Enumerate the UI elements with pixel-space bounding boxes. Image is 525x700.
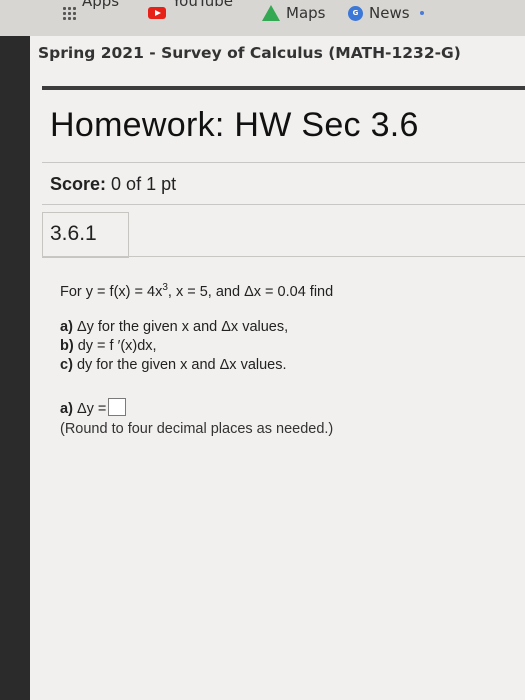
score-value: 0 of 1 pt: [111, 174, 177, 194]
header-divider: [42, 86, 525, 90]
youtube-icon: [148, 7, 166, 19]
part-text: dy = f ′(x)dx,: [77, 338, 157, 354]
answer-label: a): [60, 401, 73, 417]
problem-statement: For y = f(x) = 4x3, x = 5, and Δx = 0.04…: [60, 282, 333, 300]
part-text: Δy for the given x and Δx values,: [76, 319, 289, 335]
score-label: Score:: [50, 174, 107, 194]
rounding-hint: (Round to four decimal places as needed.…: [60, 421, 334, 437]
question-number: 3.6.1: [50, 222, 97, 245]
bookmark-maps[interactable]: Maps: [262, 4, 325, 22]
part-a: a) Δy for the given x and Δx values,: [60, 318, 288, 337]
bookmark-label: YouTube: [172, 0, 233, 10]
course-title[interactable]: Spring 2021 - Survey of Calculus (MATH-1…: [38, 44, 461, 62]
bookmark-news[interactable]: G News: [348, 4, 424, 22]
bookmarks-bar: Apps YouTube Maps G News: [0, 0, 525, 36]
part-b: b) dy = f ′(x)dx,: [60, 337, 288, 356]
prompt-start: For y = f(x) = 4x: [60, 283, 163, 300]
divider: [42, 162, 525, 163]
part-label: c): [60, 357, 73, 373]
answer-section: a) Δy = (Round to four decimal places as…: [60, 398, 333, 439]
part-c: c) dy for the given x and Δx values.: [60, 356, 288, 375]
part-label: a): [60, 319, 73, 335]
bookmark-label: Apps: [82, 0, 120, 10]
answer-input[interactable]: [108, 398, 127, 416]
homework-title: Homework: HW Sec 3.6: [50, 106, 419, 144]
maps-icon: [262, 5, 280, 21]
bookmark-youtube[interactable]: YouTube: [148, 0, 233, 22]
answer-row: a) Δy =: [60, 398, 333, 419]
bookmark-apps[interactable]: Apps: [62, 0, 119, 22]
news-icon: G: [348, 5, 363, 21]
question-parts: a) Δy for the given x and Δx values, b) …: [60, 318, 288, 375]
part-text: dy for the given x and Δx values.: [76, 357, 287, 373]
divider: [42, 256, 525, 257]
notification-dot: [419, 11, 424, 15]
answer-text: Δy =: [76, 401, 107, 417]
bookmark-label: News: [369, 4, 410, 22]
divider: [42, 204, 525, 205]
part-label: b): [60, 338, 74, 354]
apps-grid-icon: [62, 6, 76, 20]
prompt-end: , x = 5, and Δx = 0.04 find: [167, 283, 334, 300]
score: Score: 0 of 1 pt: [50, 174, 176, 195]
bookmark-label: Maps: [286, 4, 326, 22]
